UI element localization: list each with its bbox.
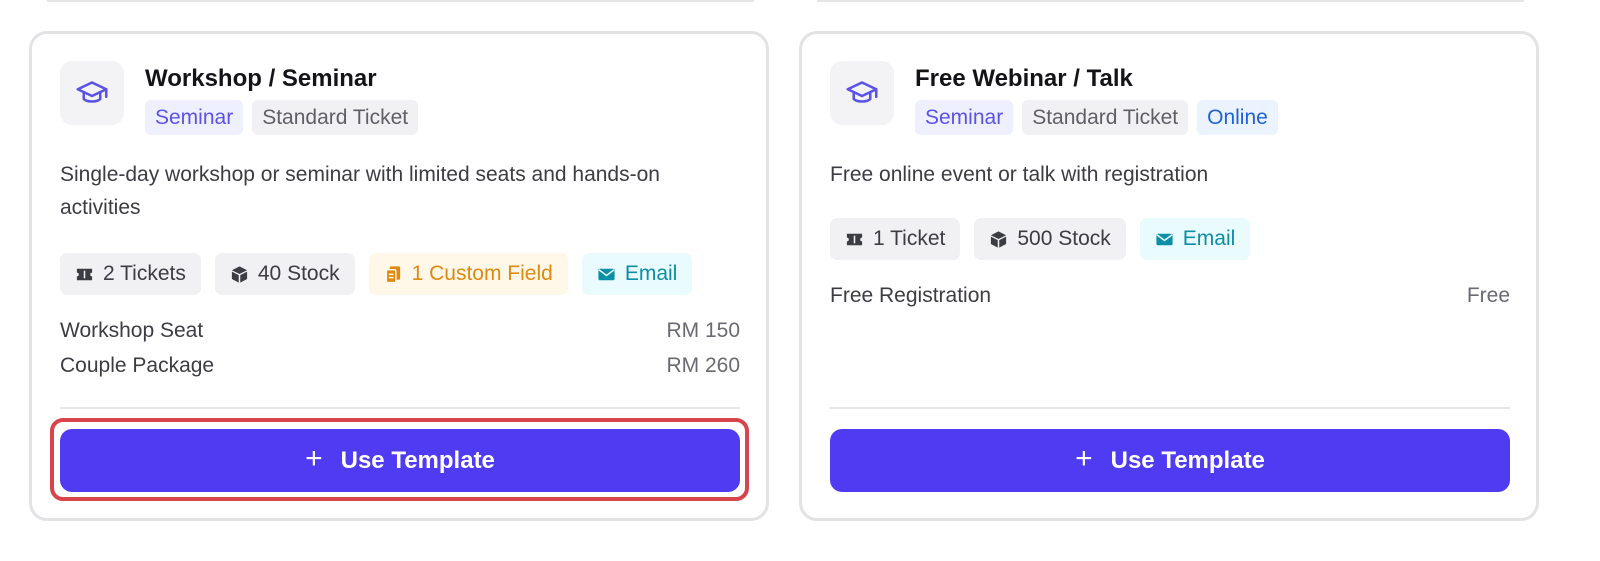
email-chip: Email [1139, 218, 1251, 260]
email-chip: Email [581, 253, 693, 295]
envelope-icon [1156, 233, 1173, 245]
plus-icon: + [305, 442, 323, 475]
price-list: Free Registration Free [830, 278, 1510, 313]
plus-icon: + [1075, 442, 1093, 475]
price-amount: RM 150 [666, 319, 740, 342]
tag-online: Online [1197, 100, 1278, 135]
tickets-chip: 1 Ticket [830, 218, 961, 260]
form-field-icon [385, 265, 400, 283]
template-card-workshop: Workshop / Seminar Seminar Standard Tick… [29, 31, 769, 521]
ticket-icon [76, 268, 93, 280]
card-description: Single-day workshop or seminar with limi… [60, 163, 660, 219]
graduation-cap-icon [60, 61, 124, 125]
price-row: Couple Package RM 260 [60, 348, 740, 383]
price-row: Workshop Seat RM 150 [60, 313, 740, 348]
tag-standard-ticket: Standard Ticket [1022, 100, 1189, 135]
tag-seminar: Seminar [915, 100, 1014, 135]
template-card-webinar: Free Webinar / Talk Seminar Standard Tic… [799, 31, 1539, 521]
box-icon [991, 230, 1007, 248]
envelope-icon [598, 268, 615, 280]
box-icon [231, 265, 247, 283]
price-row: Free Registration Free [830, 278, 1510, 313]
price-name: Couple Package [60, 354, 215, 377]
card-description: Free online event or talk with registrat… [830, 163, 1209, 186]
tag-standard-ticket: Standard Ticket [252, 100, 419, 135]
use-template-button[interactable]: + Use Template [830, 429, 1510, 492]
use-template-button[interactable]: + Use Template [60, 429, 740, 492]
stock-chip: 40 Stock [214, 253, 355, 295]
card-tags: Seminar Standard Ticket [145, 100, 419, 135]
button-label: Use Template [1110, 446, 1265, 474]
ticket-icon [846, 233, 863, 245]
template-gallery: Workshop / Seminar Seminar Standard Tick… [0, 0, 1600, 561]
stock-chip: 500 Stock [974, 218, 1126, 260]
card-title: Free Webinar / Talk [915, 65, 1133, 92]
card-stats: 2 Tickets 40 Stock 1 Custom Field Email [60, 253, 693, 295]
price-amount: Free [1466, 284, 1510, 307]
price-amount: RM 260 [666, 354, 740, 377]
custom-field-chip: 1 Custom Field [368, 253, 568, 295]
button-label: Use Template [340, 446, 495, 474]
tag-seminar: Seminar [145, 100, 244, 135]
price-name: Free Registration [830, 284, 992, 307]
tickets-chip: 2 Tickets [60, 253, 201, 295]
card-tags: Seminar Standard Ticket Online [915, 100, 1278, 135]
price-list: Workshop Seat RM 150 Couple Package RM 2… [60, 313, 740, 383]
graduation-cap-icon [830, 61, 894, 125]
card-stats: 1 Ticket 500 Stock Email [830, 218, 1251, 260]
card-title: Workshop / Seminar [145, 65, 377, 92]
card-above-left-edge [47, 0, 754, 2]
price-name: Workshop Seat [60, 319, 204, 342]
card-above-right-edge [817, 0, 1524, 2]
divider [60, 407, 740, 409]
divider [830, 407, 1510, 409]
